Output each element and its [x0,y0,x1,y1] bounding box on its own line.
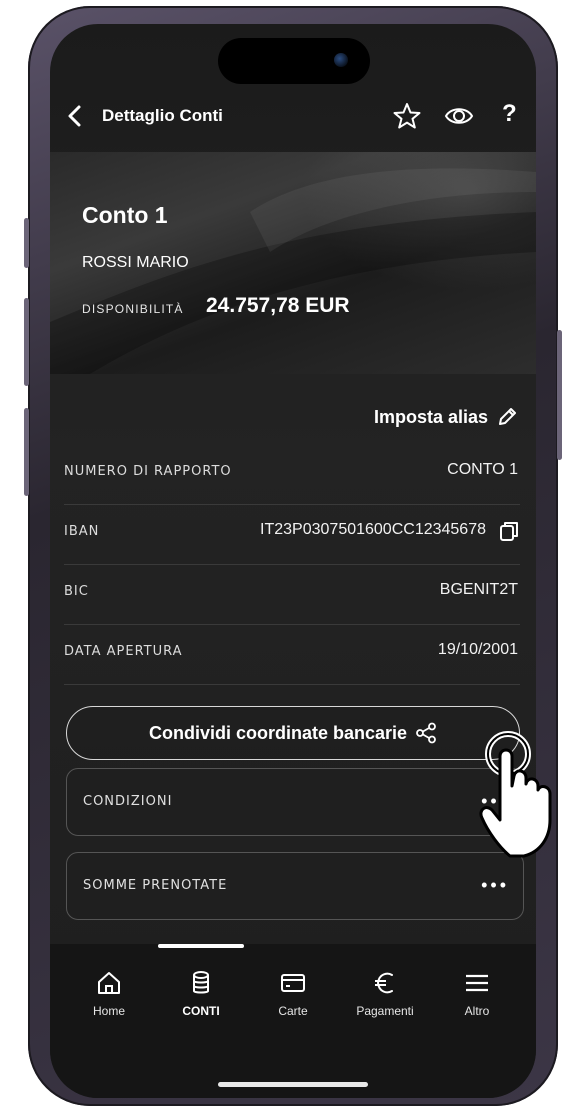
share-icon [416,722,436,744]
home-indicator [218,1082,368,1087]
card-icon [281,974,305,992]
detail-value: BGENIT2T [439,581,518,598]
tap-hand-icon [479,731,552,858]
more-icon[interactable]: ••• [481,875,509,896]
reserved-amounts-section[interactable]: SOMME PRENOTATE ••• [66,852,524,920]
help-icon[interactable]: ? [502,100,526,130]
tab-pagamenti[interactable]: Pagamenti [340,970,430,1018]
tab-altro[interactable]: Altro [432,970,522,1018]
conditions-section[interactable]: CONDIZIONI ••• [66,768,524,836]
tab-label: Home [92,1004,125,1018]
volume-button [24,408,29,496]
set-alias-label: Imposta alias [373,406,488,427]
availability-value: 24.757,78 EUR [206,294,350,317]
account-holder: ROSSI MARIO [82,254,189,271]
tab-label: Pagamenti [356,1004,414,1018]
copy-icon[interactable] [498,520,520,542]
row-numero-rapporto: NUMERO DI RAPPORTO CONTO 1 [64,444,520,505]
euro-icon [375,972,393,994]
bottom-tab-bar: Home CONTI Carte Pagamenti Altro [50,944,536,1098]
share-bank-details-button[interactable]: Condividi coordinate bancarie [66,706,520,760]
iban-value: IT23P0307501600CC12345678 [260,521,486,538]
detail-label: IBAN [64,524,100,539]
tab-label: CONTI [182,1004,220,1018]
active-tab-indicator [158,944,244,948]
volume-button [24,218,29,268]
detail-label: BIC [64,584,89,599]
camera-icon [334,53,348,67]
back-icon[interactable] [64,104,86,128]
home-icon [98,972,120,994]
menu-icon [466,974,488,992]
page-title: Dettaglio Conti [102,106,223,125]
tab-home[interactable]: Home [64,970,154,1018]
tab-label: Altro [464,1004,490,1018]
account-name: Conto 1 [82,202,168,228]
section-label: SOMME PRENOTATE [83,878,228,893]
account-card: Conto 1 ROSSI MARIO DISPONIBILITÀ 24.757… [50,152,536,374]
tab-label: Carte [278,1004,308,1018]
eye-icon[interactable] [444,101,474,131]
detail-label: NUMERO DI RAPPORTO [64,464,232,479]
share-button-label: Condividi coordinate bancarie [148,722,408,743]
star-icon[interactable] [392,101,422,131]
row-iban: IBAN IT23P0307501600CC12345678 [64,504,520,565]
tab-conti[interactable]: CONTI [156,970,246,1018]
detail-label: DATA APERTURA [64,644,183,659]
volume-button [24,298,29,386]
detail-value: 19/10/2001 [437,641,518,658]
set-alias-button[interactable]: Imposta alias [374,406,518,428]
availability-label: DISPONIBILITÀ [82,302,184,316]
power-button [557,330,562,460]
pencil-icon [499,408,516,425]
row-bic: BIC BGENIT2T [64,564,520,625]
app-screen: Dettaglio Conti ? Conto 1 ROSSI MARIO DI… [50,24,536,1098]
database-icon [193,971,209,994]
detail-value: CONTO 1 [447,461,518,478]
row-data-apertura: DATA APERTURA 19/10/2001 [64,624,520,685]
top-bar: Dettaglio Conti ? [50,96,536,136]
section-label: CONDIZIONI [83,794,173,809]
dynamic-island [218,38,370,84]
tab-carte[interactable]: Carte [248,970,338,1018]
